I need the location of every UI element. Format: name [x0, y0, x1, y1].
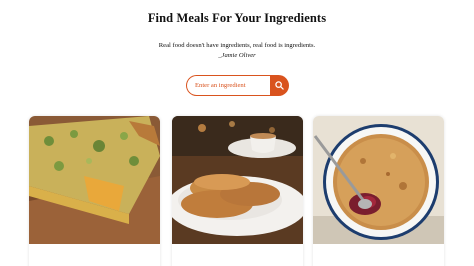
meal-card[interactable]	[172, 116, 303, 266]
quiche-slice-image	[29, 116, 160, 244]
quote-block: Real food doesn't have ingredients, real…	[0, 41, 474, 60]
search-icon	[275, 81, 284, 90]
quote-author: _Jamie Oliver	[218, 51, 256, 59]
page-title: Find Meals For Your Ingredients	[147, 11, 327, 25]
pancakes-plate-image	[172, 116, 303, 244]
search-bar	[186, 75, 289, 96]
crumble-dish-image	[313, 116, 444, 244]
quote-text: Real food doesn't have ingredients, real…	[158, 42, 316, 49]
meal-card[interactable]	[29, 116, 160, 266]
meal-card[interactable]	[313, 116, 444, 266]
ingredient-search-input[interactable]	[186, 75, 272, 96]
search-button[interactable]	[270, 75, 289, 96]
